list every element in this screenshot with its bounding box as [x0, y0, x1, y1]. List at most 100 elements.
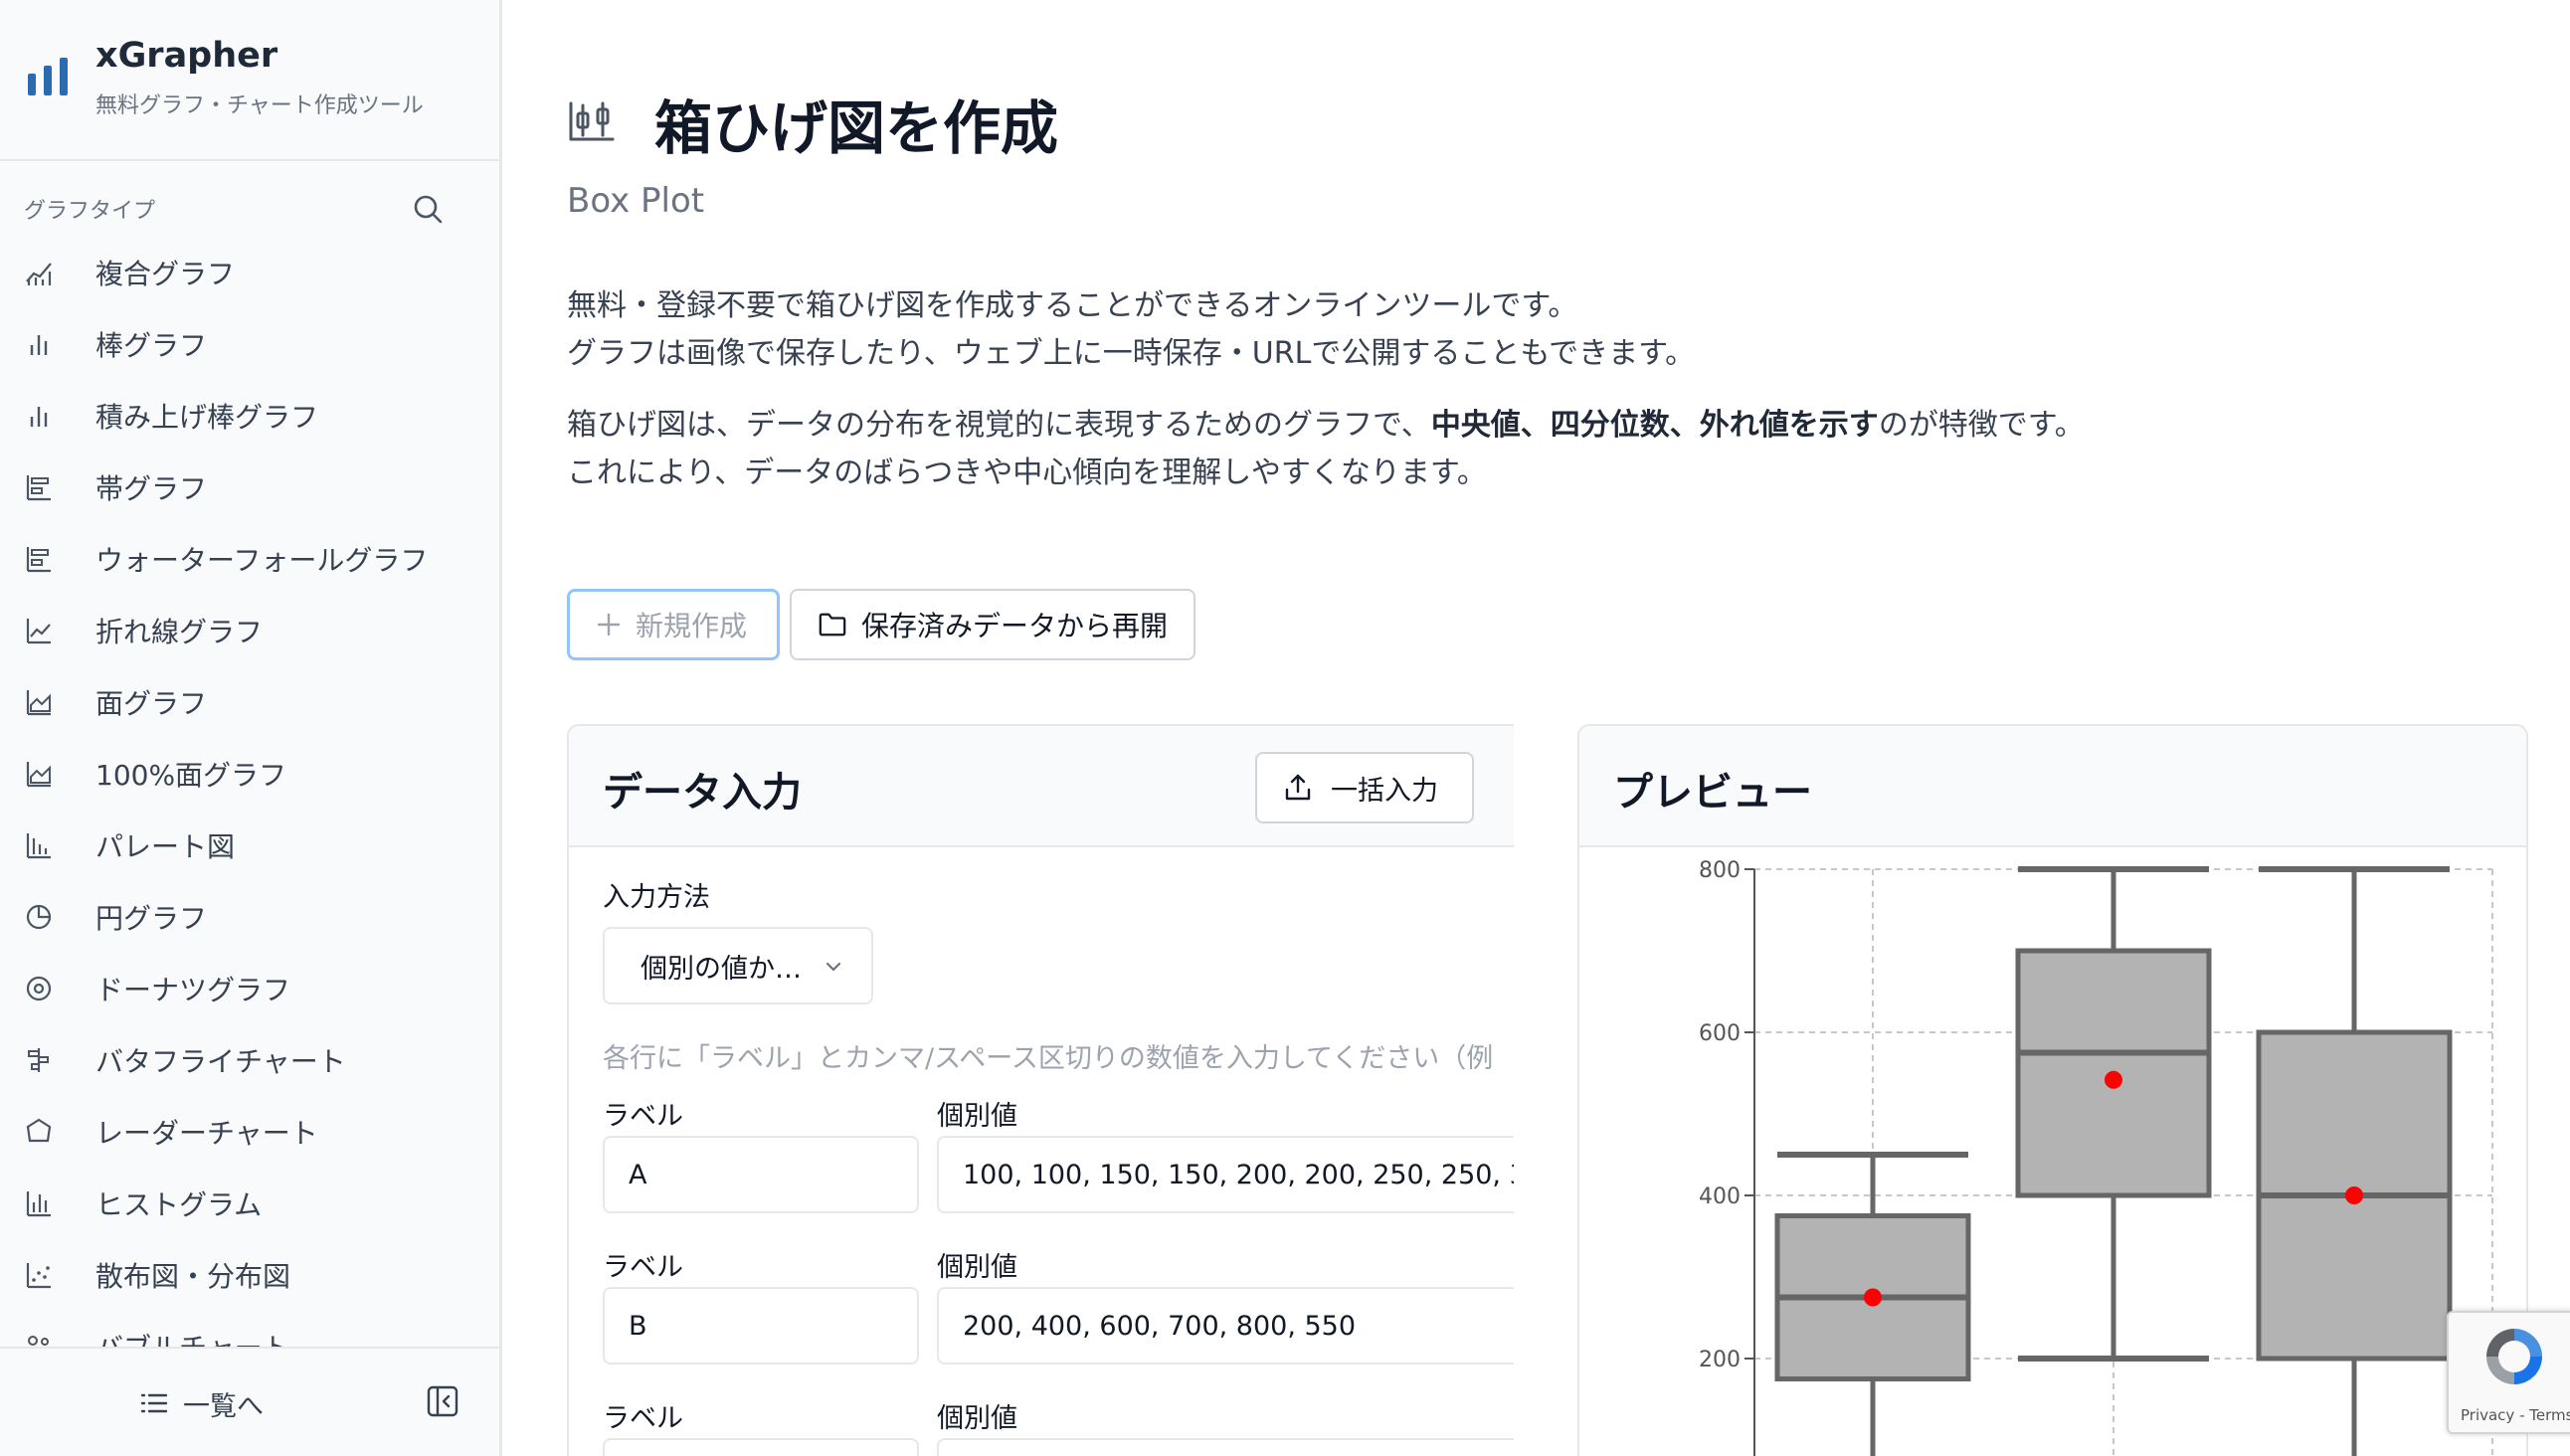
sidebar-item-label: 複合グラフ: [95, 258, 236, 290]
sidebar-item[interactable]: 積み上げ棒グラフ: [0, 378, 499, 450]
sidebar-item[interactable]: 棒グラフ: [0, 306, 499, 378]
sidebar-item-label: ウォーターフォールグラフ: [95, 544, 429, 577]
resume-button-label: 保存済みデータから再開: [860, 611, 1168, 641]
sidebar-item-label: バタフライチャート: [95, 1045, 346, 1078]
description-line: 無料・登録不要で箱ひげ図を作成することができるオンラインツールです。: [567, 288, 1578, 323]
sidebar-item-label: 面グラフ: [95, 687, 208, 720]
input-method-select[interactable]: 個別の値か…: [603, 927, 873, 1004]
y-tick-label: 200: [1699, 1348, 1741, 1372]
plus-icon: [597, 613, 621, 637]
label-header: ラベル: [603, 1101, 683, 1132]
sidebar-item-label: ヒストグラム: [95, 1188, 263, 1221]
new-button[interactable]: 新規作成: [567, 589, 780, 660]
recaptcha-text: Privacy - Terms: [2461, 1406, 2570, 1424]
label-input[interactable]: [603, 1438, 919, 1456]
sidebar-item-label: パレート図: [95, 830, 236, 863]
label-input[interactable]: B: [603, 1287, 919, 1365]
radar-icon: [26, 1118, 52, 1143]
sidebar-item[interactable]: 円グラフ: [0, 879, 499, 951]
values-header: 個別値: [937, 1252, 1017, 1283]
sidebar-item-label: 棒グラフ: [95, 329, 208, 362]
new-button-label: 新規作成: [636, 611, 748, 641]
label-input[interactable]: A: [603, 1136, 919, 1213]
input-hint: 各行に「ラベル」とカンマ/スペース区切りの数値を入力してください（例: [603, 1043, 1494, 1074]
list-button[interactable]: 一覧へ: [139, 1378, 264, 1428]
area-chart-icon: [26, 690, 51, 716]
pareto-icon: [26, 833, 51, 859]
sidebar-item[interactable]: ドーナツグラフ: [0, 951, 499, 1022]
upload-icon: [1285, 774, 1311, 801]
values-header: 個別値: [937, 1403, 1017, 1434]
mean-point: [1864, 1288, 1882, 1307]
description-line: グラフは画像で保存したり、ウェブ上に一時保存・URLで公開することもできます。: [567, 336, 1696, 371]
sidebar-item[interactable]: パレート図: [0, 808, 499, 879]
page-title: 箱ひげ図を作成: [654, 94, 1059, 162]
values-input[interactable]: 200, 400, 600, 700, 800, 550: [937, 1287, 1514, 1365]
sidebar-item[interactable]: 折れ線グラフ: [0, 593, 499, 664]
band-chart-icon: [26, 475, 51, 501]
sidebar-item[interactable]: レーダーチャート: [0, 1094, 499, 1166]
values-header: 個別値: [937, 1101, 1017, 1132]
input-method-value: 個別の値か…: [641, 953, 802, 985]
chart-type-list: 複合グラフ棒グラフ積み上げ棒グラフ 帯グラフウォーターフォールグラフ 折れ線グラフ面…: [0, 235, 499, 1347]
mean-point: [2345, 1186, 2363, 1204]
data-input-title: データ入力: [603, 770, 802, 816]
sidebar-item-label: 100%面グラフ: [95, 759, 287, 792]
values-input[interactable]: [937, 1438, 1514, 1456]
recaptcha-icon: [2486, 1329, 2542, 1384]
main-content: 箱ひげ図を作成 Box Plot 無料・登録不要で箱ひげ図を作成することができる…: [505, 0, 2570, 1456]
preview-title: プレビュー: [1613, 770, 1812, 816]
mean-point: [2105, 1070, 2122, 1089]
waterfall-icon: [26, 547, 51, 573]
collapse-sidebar-icon[interactable]: [426, 1384, 459, 1418]
data-input-header: データ入力 一括入力: [569, 726, 1514, 847]
recaptcha-badge[interactable]: Privacy - Terms: [2447, 1311, 2570, 1434]
method-label: 入力方法: [603, 882, 710, 913]
y-tick-label: 800: [1699, 858, 1741, 883]
description-text: 箱ひげ図は、データの分布を視覚的に表現するためのグラフで、: [567, 408, 1431, 443]
sidebar-item-label: ドーナツグラフ: [95, 974, 291, 1006]
boxplot-icon: [569, 101, 615, 141]
sidebar-footer: 一覧へ: [0, 1347, 499, 1456]
preview-card: プレビュー 200 400 600 800: [1577, 724, 2528, 1456]
boxplot-chart: 200 400 600 800: [1699, 858, 2493, 1456]
combo-chart-icon: [26, 263, 52, 285]
bulk-input-label: 一括入力: [1331, 775, 1438, 806]
logo-icon: [28, 58, 68, 95]
butterfly-icon: [28, 1048, 49, 1072]
folder-icon: [819, 613, 846, 637]
search-icon[interactable]: [410, 191, 446, 227]
brand-header[interactable]: xGrapher 無料グラフ・チャート作成ツール: [0, 0, 499, 161]
chevron-down-icon: [826, 962, 841, 972]
histogram-icon: [26, 1191, 51, 1217]
label-header: ラベル: [603, 1403, 683, 1434]
sidebar-item[interactable]: 100%面グラフ: [0, 736, 499, 808]
sidebar-item-label: レーダーチャート: [95, 1117, 318, 1150]
stacked-bar-icon: [30, 407, 48, 427]
bulk-input-button[interactable]: 一括入力: [1255, 752, 1474, 823]
donut-chart-icon: [26, 976, 52, 1001]
sidebar-item-label: 折れ線グラフ: [95, 616, 264, 648]
sidebar-item[interactable]: バタフライチャート: [0, 1022, 499, 1094]
description-text: のが特徴です。: [1878, 408, 2085, 443]
brand-tagline: 無料グラフ・チャート作成ツール: [95, 93, 424, 118]
sidebar-item[interactable]: ウォーターフォールグラフ: [0, 521, 499, 593]
label-header: ラベル: [603, 1252, 683, 1283]
page-subtitle: Box Plot: [567, 181, 705, 221]
values-input[interactable]: 100, 100, 150, 150, 200, 200, 250, 250, …: [937, 1136, 1514, 1213]
sidebar-item[interactable]: 散布図・分布図: [0, 1237, 499, 1309]
brand-name: xGrapher: [95, 36, 278, 76]
sidebar-item[interactable]: バブルチャート: [0, 1309, 499, 1347]
resume-button[interactable]: 保存済みデータから再開: [790, 589, 1195, 660]
preview-header: プレビュー: [1579, 726, 2526, 847]
sidebar-item[interactable]: 帯グラフ: [0, 450, 499, 521]
bar-chart-icon: [30, 335, 48, 355]
section-title: グラフタイプ: [24, 199, 156, 224]
sidebar: xGrapher 無料グラフ・チャート作成ツール グラフタイプ 複合グラフ棒グラ…: [0, 0, 502, 1456]
sidebar-item[interactable]: ヒストグラム: [0, 1166, 499, 1237]
sidebar-item-label: バブルチャート: [95, 1327, 290, 1347]
pie-chart-icon: [26, 904, 52, 930]
description-line: これにより、データのばらつきや中心傾向を理解しやすくなります。: [567, 455, 1487, 490]
sidebar-item[interactable]: 複合グラフ: [0, 235, 499, 306]
sidebar-item[interactable]: 面グラフ: [0, 664, 499, 736]
